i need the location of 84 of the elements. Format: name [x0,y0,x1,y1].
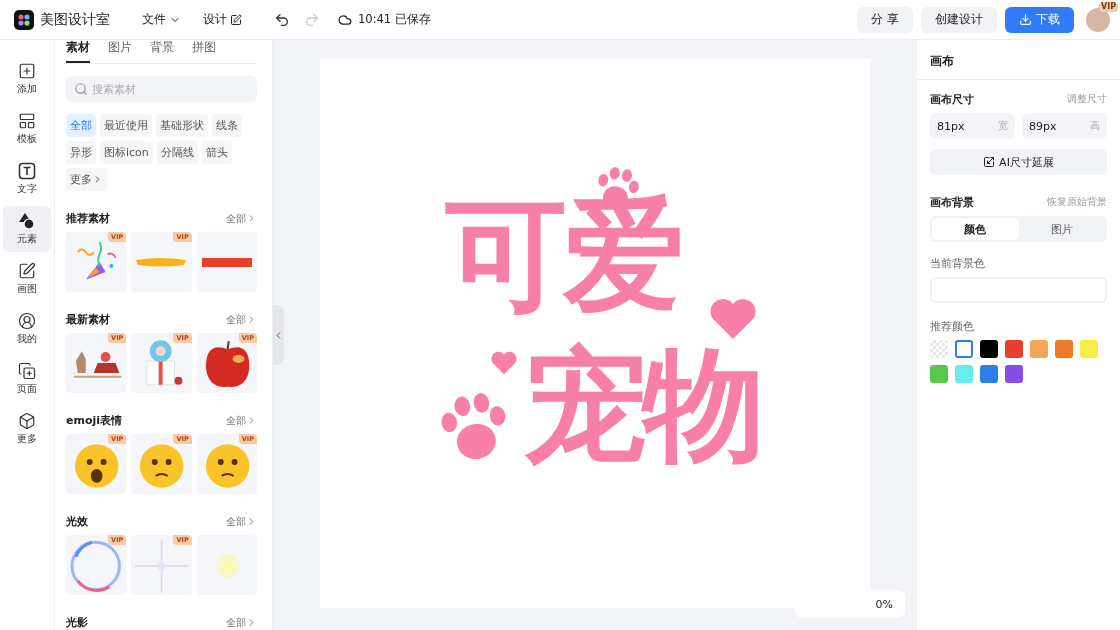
color-swatch[interactable] [1055,340,1073,358]
layout-icon [18,112,36,130]
sidebar-item[interactable]: 文字 [3,156,51,202]
filter-chip[interactable]: 箭头 [201,141,232,164]
cloud-icon [338,12,352,27]
color-swatch[interactable] [980,340,998,358]
color-swatch[interactable] [955,340,973,358]
transparent-swatch[interactable] [930,340,948,358]
see-all-link[interactable]: 全部 [226,514,257,529]
segment-tab[interactable]: 图片 [1018,218,1105,240]
page-add-icon [18,362,36,380]
filter-chip[interactable]: 分隔线 [156,141,198,164]
filter-chip[interactable]: 异形 [66,141,96,164]
section-label: 画布尺寸 [930,92,974,107]
collapse-handle[interactable] [273,305,284,365]
text-icon [18,162,36,180]
size-field[interactable]: 81px 宽 [930,113,1015,139]
sidebar-item[interactable]: 我的 [3,306,51,352]
field-label: 推荐颜色 [930,319,974,334]
color-swatch[interactable] [980,365,998,383]
zoom-control[interactable]: 0% [795,590,905,618]
sidebar-item[interactable]: 元素 [3,206,51,252]
add-icon [18,62,36,80]
pen-icon [18,262,36,280]
cube-icon [18,412,36,430]
size-field[interactable]: 89px 高 [1022,113,1107,139]
undo-icon [274,11,290,28]
search-field[interactable]: 搜索素材 [66,76,257,102]
sidebar-item[interactable]: 页面 [3,356,51,402]
filter-chip[interactable]: 基础形状 [156,114,208,137]
app-name: 美图设计室 [40,10,110,29]
section-title: 光效 [66,514,88,529]
sidebar-item[interactable]: 画图 [3,256,51,302]
design-menu[interactable]: 设计 [195,7,250,32]
see-all-link[interactable]: 全部 [226,312,257,327]
filter-chip[interactable]: 全部 [66,114,96,137]
color-swatch[interactable] [1005,365,1023,383]
see-all-link[interactable]: 全部 [226,413,257,428]
color-swatch[interactable] [1080,340,1098,358]
tab[interactable]: 拼图 [192,40,216,63]
file-menu[interactable]: 文件 [134,7,189,32]
sidebar-item[interactable]: 模板 [3,106,51,152]
avatar[interactable] [1086,7,1110,32]
section-title: 光影 [66,615,88,630]
color-swatch[interactable] [1005,340,1023,358]
segment-tab[interactable]: 颜色 [932,218,1019,240]
color-swatch[interactable] [1030,340,1048,358]
redo-icon [304,11,320,28]
share-button[interactable]: 分 享 [857,6,913,33]
see-all-link[interactable]: 全部 [226,211,257,226]
field-label: 当前背景色 [930,256,985,271]
create-design-button[interactable]: 创建设计 [921,6,997,33]
vip-badge: VIP [1098,1,1118,12]
filter-chip[interactable]: 图标icon [100,141,153,164]
color-swatch[interactable] [930,365,948,383]
filter-chip[interactable]: 更多 [66,168,107,191]
save-status: 10:41 已保存 [358,12,431,27]
artwork-text: 可爱 [445,194,681,316]
user-icon [18,312,36,330]
download-button[interactable]: 下载 [1005,6,1074,33]
sidebar-item[interactable]: 添加 [3,56,51,102]
resize-icon [983,156,996,168]
see-all-link[interactable]: 全部 [226,615,257,630]
edit-icon [230,13,242,26]
tab[interactable]: 背景 [150,40,174,63]
section-title: 最新素材 [66,312,110,327]
panel-title: 画布 [917,40,1120,80]
shapes-icon [18,212,36,230]
filter-chip[interactable]: 线条 [212,114,242,137]
tab[interactable]: 素材 [66,40,90,63]
asset-thumbnail[interactable] [196,535,257,595]
download-icon [1019,13,1032,26]
filter-chip[interactable]: 最近使用 [100,114,152,137]
heart-icon [490,349,518,377]
color-swatch[interactable] [955,365,973,383]
section-label: 画布背景 [930,195,974,210]
section-title: 推荐素材 [66,211,110,226]
section-title: emoji表情 [66,413,123,428]
logo-icon [14,9,34,30]
search-icon [74,82,88,96]
sidebar-item[interactable]: 更多 [3,406,51,452]
asset-thumbnail[interactable] [196,232,257,292]
ai-resize-button[interactable]: AI尺寸延展 [930,149,1107,175]
tab[interactable]: 图片 [108,40,132,63]
